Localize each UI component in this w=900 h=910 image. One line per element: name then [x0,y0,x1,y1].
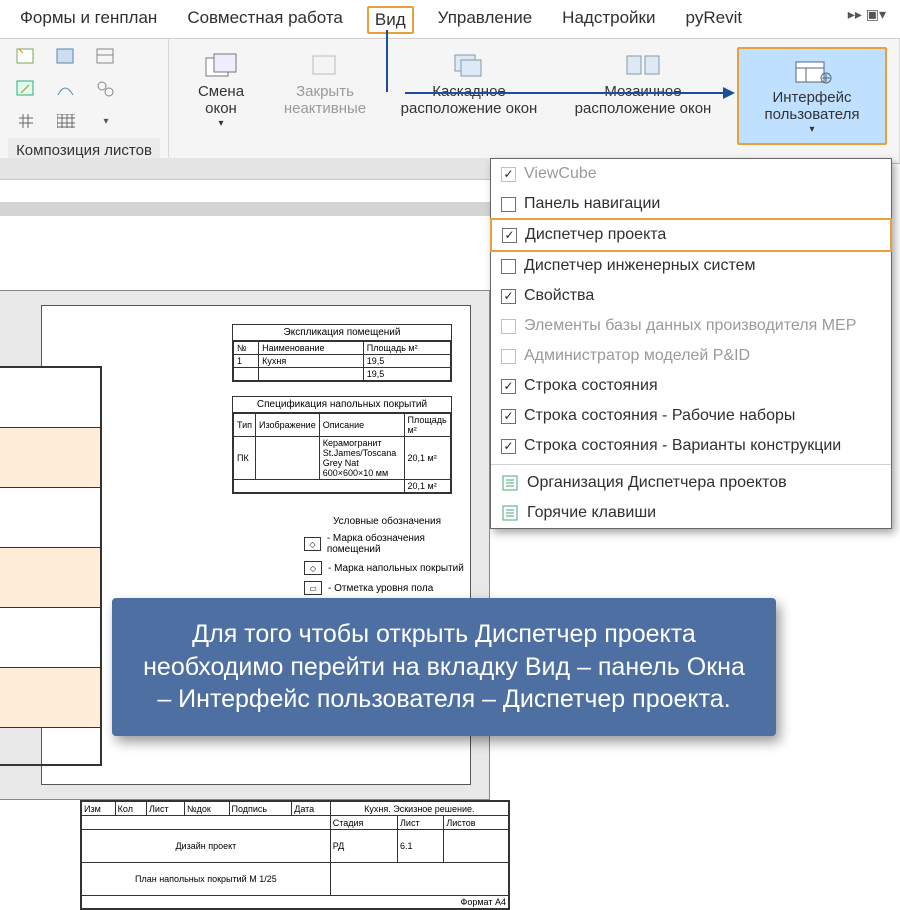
user-interface-dropdown: ✓ ViewCube Панель навигации ✓ Диспетчер прое… [490,158,892,529]
dropdown-arrow-icon: ▾ [218,118,223,130]
menu-item-label: Элементы базы данных производителя MEP [524,317,856,335]
menu-item[interactable]: ✓ Строка состояния - Рабочие наборы [491,401,891,431]
cascade-button[interactable]: Каскадное расположение окон [389,47,549,118]
menu-item[interactable]: ✓ Свойства [491,281,891,311]
revision-icon[interactable] [8,75,44,103]
menu-item-label: Диспетчер проекта [525,226,666,244]
menu-item-label: Строка состояния [524,377,658,395]
ribbon-body: ▾ Композиция листов Смена окон ▾ Закрыть… [0,39,900,164]
tab-forms[interactable]: Формы и генплан [14,6,163,34]
menu-item-label: Диспетчер инженерных систем [524,257,755,275]
floor-spec-schedule: Спецификация напольных покрытий ТипИзобр… [232,396,452,494]
menu-tool-item[interactable]: Организация Диспетчера проектов [491,468,891,498]
tile-icon [625,49,661,83]
view-icon[interactable] [48,43,84,71]
panel-windows: Смена окон ▾ Закрыть неактивные Каскадно… [169,39,900,163]
checkbox-icon: ✓ [502,228,517,243]
menu-item-label: Администратор моделей P&ID [524,347,750,365]
tab-addins[interactable]: Надстройки [556,6,661,34]
callout-arrow [386,30,388,92]
checkbox-icon [501,259,516,274]
shortcuts-icon [501,504,519,522]
tab-collab[interactable]: Совместная работа [181,6,349,34]
user-interface-icon [792,55,832,89]
menu-item[interactable]: Панель навигации [491,189,891,219]
menu-item[interactable]: Диспетчер инженерных систем [491,251,891,281]
menu-item-label: Горячие клавиши [527,504,656,522]
checkbox-icon: ✓ [501,289,516,304]
floor-tag-icon: ◇ [304,561,322,575]
guide-icon[interactable] [48,75,84,103]
checkbox-icon: ✓ [501,409,516,424]
dropdown-arrow-icon: ▾ [809,124,814,136]
browser-org-icon [501,474,519,492]
menu-item: Администратор моделей P&ID [491,341,891,371]
checkbox-icon: ✓ [501,167,516,182]
menu-item: ✓ ViewCube [491,159,891,189]
menu-item-label: Свойства [524,287,594,305]
tab-nav-icons[interactable]: ▸▸ ▣▾ [848,6,886,34]
options-bar [0,158,490,180]
switch-windows-icon [204,49,238,83]
room-tag-icon: ◇ [304,537,321,551]
user-interface-button[interactable]: Интерфейс пользователя ▾ [737,47,887,145]
switch-windows-button[interactable]: Смена окон ▾ [181,47,261,129]
menu-item-label: Строка состояния - Рабочие наборы [524,407,795,425]
checkbox-icon [501,197,516,212]
tab-pyrevit[interactable]: pyRevit [679,6,748,34]
panel-sheet-composition: ▾ Композиция листов [0,39,169,163]
titleblock: ИзмКолЛист№докПодписьДатаКухня. Эскизное… [80,800,510,910]
tab-view[interactable]: Вид [367,6,414,34]
menu-item[interactable]: ✓ Строка состояния - Варианты конструкции [491,431,891,461]
drawing-canvas: Экспликация помещений №НаименованиеПлоща… [0,280,490,900]
level-mark-icon: ▭ [304,581,322,595]
checkbox-icon: ✓ [501,439,516,454]
menu-item-label: ViewCube [524,165,597,183]
checkbox-icon: ✓ [501,379,516,394]
title-icon[interactable] [88,43,124,71]
menu-item: Элементы базы данных производителя MEP [491,311,891,341]
menu-item-label: Организация Диспетчера проектов [527,474,787,492]
dropdown-icon[interactable]: ▾ [88,107,124,135]
sheet-icon[interactable] [8,43,44,71]
checkbox-icon [501,319,516,334]
instruction-callout: Для того чтобы открыть Диспетчер проекта… [112,598,776,736]
room-schedule: Экспликация помещений №НаименованиеПлоща… [232,324,452,382]
ribbon-tabs: Формы и генплан Совместная работа Вид Уп… [0,0,900,39]
tab-manage[interactable]: Управление [432,6,539,34]
menu-item[interactable]: ✓ Строка состояния [491,371,891,401]
menu-item-label: Панель навигации [524,195,660,213]
menu-item-label: Строка состояния - Варианты конструкции [524,437,841,455]
close-inactive-button: Закрыть неактивные [275,47,375,118]
callout-arrow [405,92,725,94]
floor-plan-view [0,366,102,766]
grid-large-icon[interactable] [48,107,84,135]
menu-tool-item[interactable]: Горячие клавиши [491,498,891,528]
type-selector-bar [0,202,490,216]
tile-button[interactable]: Мозаичное расположение окон [563,47,723,118]
close-inactive-icon [310,49,340,83]
matchline-icon[interactable] [88,75,124,103]
menu-item[interactable]: ✓ Диспетчер проекта [490,218,892,252]
cascade-icon [452,49,486,83]
checkbox-icon [501,349,516,364]
grid-small-icon[interactable] [8,107,44,135]
legend: Условные обозначения ◇- Марка обозначени… [304,516,470,601]
